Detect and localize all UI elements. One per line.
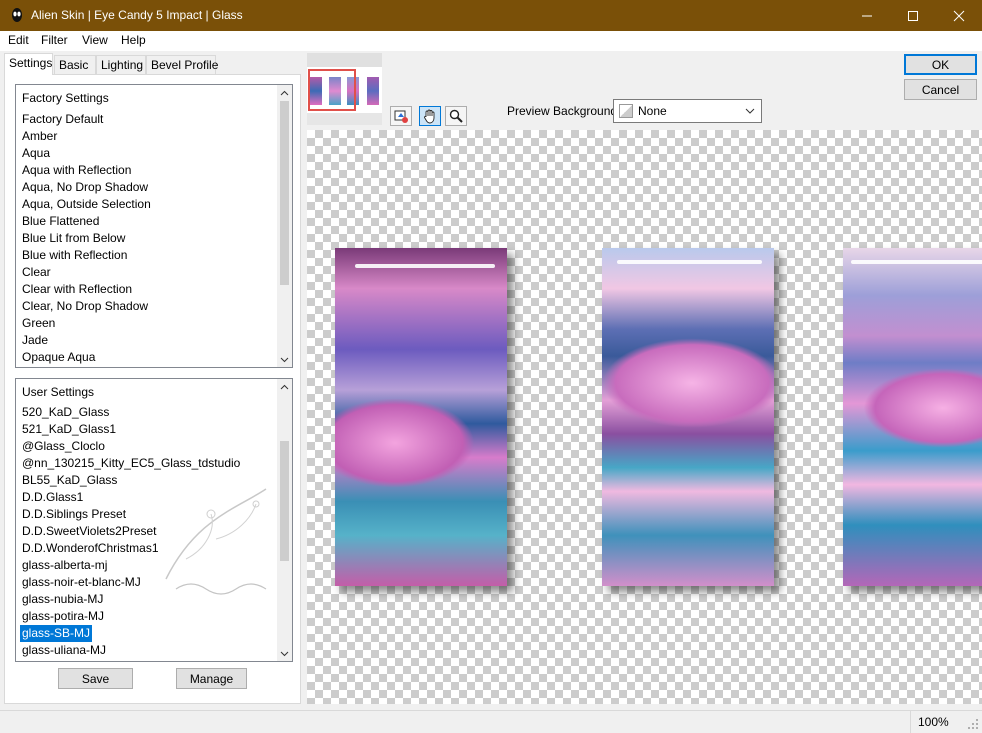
user-settings-list[interactable]: User Settings 520_KaD_Glass 521_KaD_Glas… — [15, 378, 293, 662]
list-item[interactable]: glass-noir-et-blanc-MJ — [22, 574, 141, 591]
list-item[interactable]: Blue Lit from Below — [22, 230, 125, 247]
zoom-icon — [449, 109, 463, 123]
scroll-down-arrow[interactable] — [277, 646, 292, 661]
navigator-thumbnail[interactable] — [307, 53, 382, 125]
chevron-down-icon — [280, 651, 289, 656]
list-item[interactable]: Green — [22, 315, 55, 332]
save-button[interactable]: Save — [58, 668, 133, 689]
status-bar: 100% — [0, 710, 982, 733]
scroll-thumb[interactable] — [280, 101, 289, 285]
preview-background-value: None — [638, 104, 667, 118]
list-item[interactable]: Aqua, No Drop Shadow — [22, 179, 148, 196]
alien-skin-app-icon — [12, 8, 22, 22]
hand-pan-icon — [424, 109, 435, 124]
minimize-icon — [862, 15, 872, 16]
preview-image-panel — [602, 248, 774, 586]
list-item[interactable]: glass-potira-MJ — [22, 608, 104, 625]
menu-filter[interactable]: Filter — [41, 33, 68, 47]
user-list-scrollbar[interactable] — [277, 379, 292, 661]
preview-background-label: Preview Background: — [507, 104, 621, 118]
navigator-viewport-frame[interactable] — [308, 69, 356, 111]
list-item[interactable]: 520_KaD_Glass — [22, 404, 109, 421]
menu-view[interactable]: View — [82, 33, 108, 47]
window-title: Alien Skin | Eye Candy 5 Impact | Glass — [31, 8, 243, 22]
cancel-button[interactable]: Cancel — [904, 79, 977, 100]
list-item[interactable]: @nn_130215_Kitty_EC5_Glass_tdstudio — [22, 455, 240, 472]
chevron-up-icon — [280, 384, 289, 389]
menu-bar: Edit Filter View Help — [0, 31, 982, 51]
factory-settings-header: Factory Settings — [22, 91, 109, 105]
zoom-level: 100% — [918, 715, 949, 729]
list-item[interactable]: Aqua — [22, 145, 50, 162]
chevron-down-icon — [745, 108, 755, 114]
scroll-thumb[interactable] — [280, 441, 289, 561]
factory-settings-list[interactable]: Factory Settings Factory Default Amber A… — [15, 84, 293, 368]
list-item[interactable]: Jade — [22, 332, 48, 349]
background-swatch-icon — [619, 104, 633, 118]
close-icon — [953, 10, 965, 21]
list-item[interactable]: D.D.WonderofChristmas1 — [22, 540, 159, 557]
list-item[interactable]: D.D.SweetViolets2Preset — [22, 523, 157, 540]
list-item[interactable]: Clear — [22, 264, 51, 281]
settings-panel: Factory Settings Factory Default Amber A… — [4, 74, 301, 704]
list-item[interactable]: 521_KaD_Glass1 — [22, 421, 116, 438]
tab-lighting[interactable]: Lighting — [96, 55, 146, 74]
list-item[interactable]: @Glass_Cloclo — [22, 438, 105, 455]
ok-button[interactable]: OK — [904, 54, 977, 75]
factory-list-scrollbar[interactable] — [277, 85, 292, 367]
preview-image-panel — [843, 248, 982, 586]
list-item[interactable]: Aqua, Outside Selection — [22, 196, 151, 213]
user-settings-header: User Settings — [22, 385, 95, 399]
list-item[interactable]: Clear with Reflection — [22, 281, 132, 298]
list-item[interactable]: Factory Default — [22, 111, 103, 128]
menu-edit[interactable]: Edit — [8, 33, 29, 47]
maximize-button[interactable] — [890, 0, 936, 31]
close-button[interactable] — [936, 0, 982, 31]
tab-bevel-profile[interactable]: Bevel Profile — [146, 55, 218, 74]
preview-image-panel — [335, 248, 507, 586]
list-item[interactable]: glass-alberta-mj — [22, 557, 107, 574]
list-item-selected[interactable]: glass-SB-MJ — [20, 625, 93, 642]
tab-settings[interactable]: Settings — [4, 53, 53, 75]
menu-help[interactable]: Help — [121, 33, 146, 47]
list-item[interactable]: glass-nubia-MJ — [22, 591, 103, 608]
scroll-up-arrow[interactable] — [277, 85, 292, 100]
resize-grip-icon[interactable] — [967, 718, 979, 730]
list-item[interactable]: BL55_KaD_Glass — [22, 472, 117, 489]
chevron-down-icon — [280, 357, 289, 362]
list-item[interactable]: D.D.Glass1 — [22, 489, 83, 506]
hand-pan-button[interactable] — [419, 106, 441, 126]
preview-background-select[interactable]: None — [613, 99, 762, 123]
auto-preview-icon — [394, 110, 408, 123]
list-item[interactable]: D.D.Siblings Preset — [22, 506, 126, 523]
list-item[interactable]: glass-uliana-MJ — [22, 642, 106, 659]
manage-button[interactable]: Manage — [176, 668, 247, 689]
list-item[interactable]: Amber — [22, 128, 57, 145]
title-bar: Alien Skin | Eye Candy 5 Impact | Glass — [0, 0, 982, 31]
minimize-button[interactable] — [844, 0, 890, 31]
list-item[interactable]: Aqua with Reflection — [22, 162, 131, 179]
zoom-button[interactable] — [445, 106, 467, 126]
tab-basic[interactable]: Basic — [54, 55, 96, 74]
auto-preview-button[interactable] — [390, 106, 412, 126]
watermark-flourish — [165, 488, 267, 595]
list-item[interactable]: Blue Flattened — [22, 213, 99, 230]
list-item[interactable]: Clear, No Drop Shadow — [22, 298, 148, 315]
scroll-up-arrow[interactable] — [277, 379, 292, 394]
chevron-up-icon — [280, 90, 289, 95]
preview-canvas[interactable] — [307, 130, 982, 704]
list-item[interactable]: Blue with Reflection — [22, 247, 127, 264]
maximize-icon — [908, 10, 918, 21]
scroll-down-arrow[interactable] — [277, 352, 292, 367]
list-item[interactable]: Opaque Aqua — [22, 349, 95, 366]
